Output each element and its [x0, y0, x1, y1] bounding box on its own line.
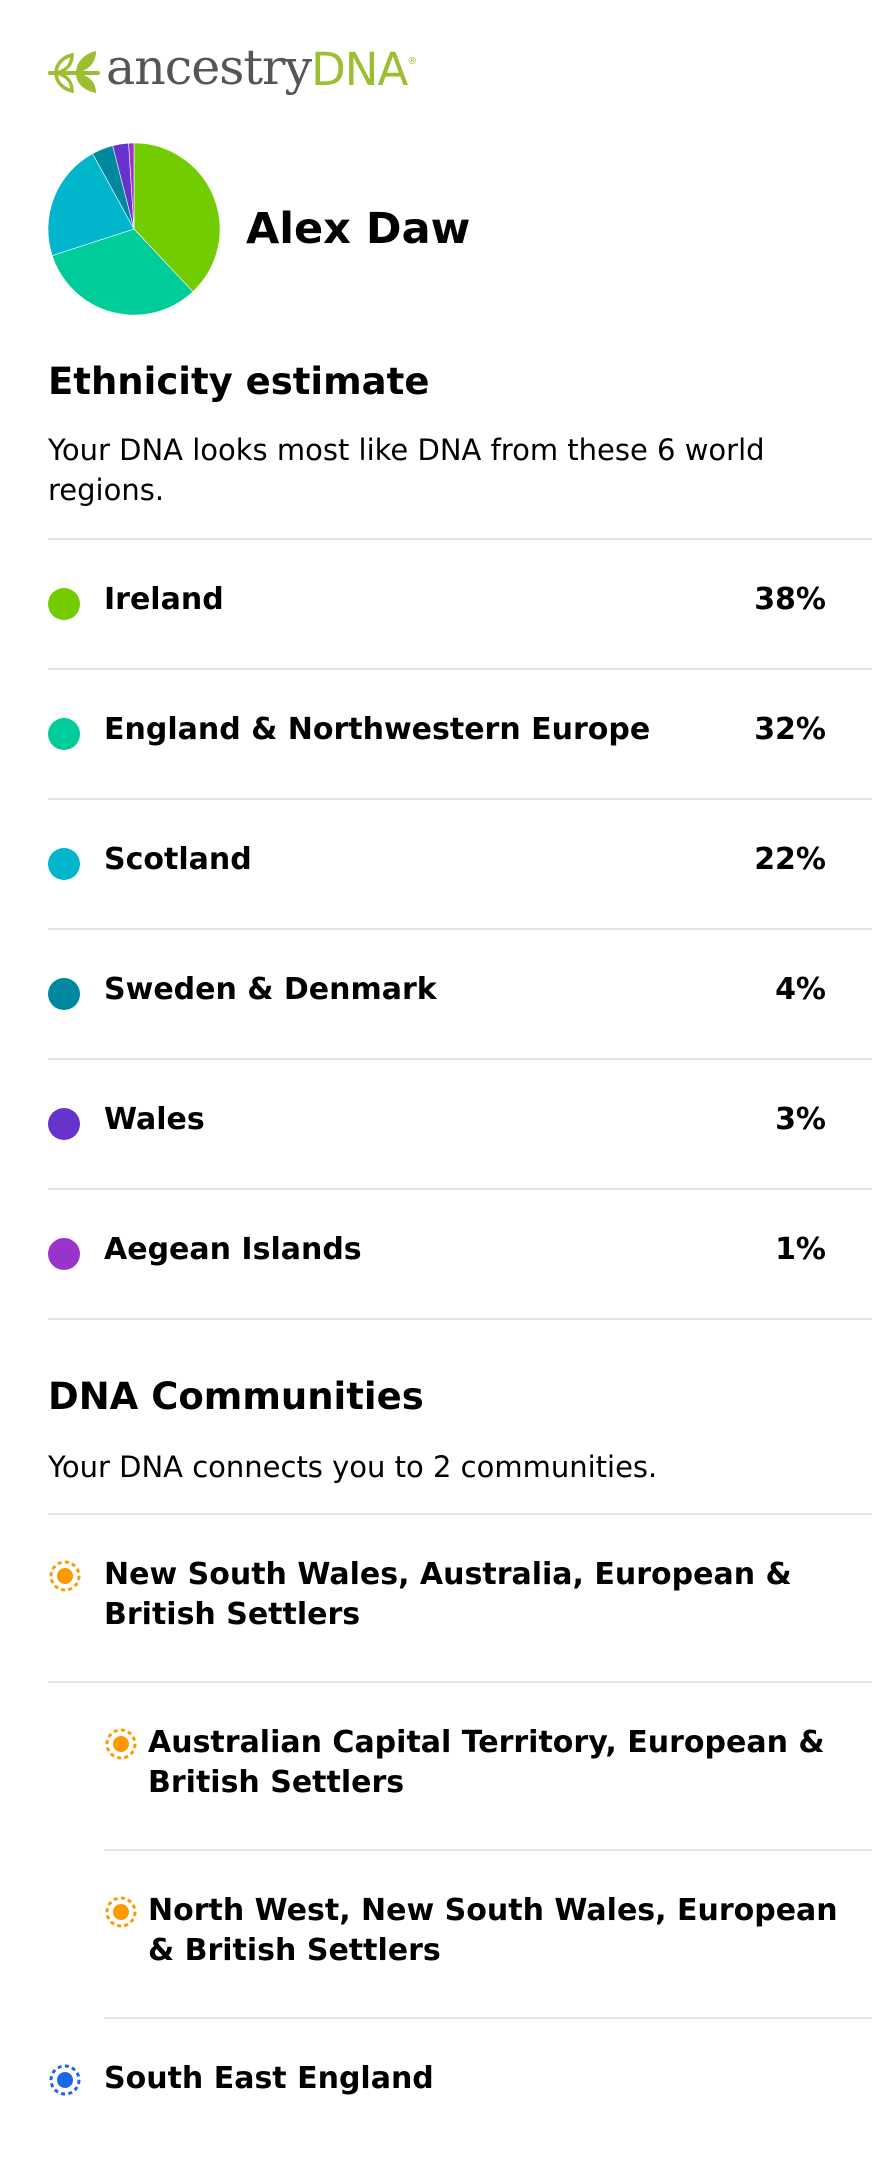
region-percent: 22%: [754, 842, 826, 877]
community-dot-icon: [105, 1728, 137, 1760]
region-percent: 38%: [754, 582, 826, 617]
region-percent: 3%: [775, 1102, 826, 1137]
region-name: Scotland: [104, 842, 252, 877]
community-subregion-name: Australian Capital Territory, European &…: [148, 1725, 825, 1800]
ethnicity-row[interactable]: Aegean Islands 1%: [48, 1190, 872, 1320]
region-color-dot-icon: [48, 978, 80, 1010]
community-subregion-row[interactable]: North West, New South Wales, European & …: [104, 1851, 872, 2019]
community-subregion-name: North West, New South Wales, European & …: [148, 1893, 838, 1968]
region-name: England & Northwestern Europe: [104, 712, 651, 747]
region-color-dot-icon: [48, 848, 80, 880]
ethnicity-row[interactable]: Sweden & Denmark 4%: [48, 930, 872, 1060]
ethnicity-row[interactable]: Wales 3%: [48, 1060, 872, 1190]
community-name: New South Wales, Australia, European & B…: [104, 1557, 792, 1632]
communities-description: Your DNA connects you to 2 communities.: [48, 1450, 658, 1484]
ethnicity-title: Ethnicity estimate: [48, 360, 430, 403]
ethnicity-row[interactable]: Ireland 38%: [48, 540, 872, 670]
region-percent: 4%: [775, 972, 826, 1007]
community-row[interactable]: South East England: [48, 2019, 872, 2139]
community-name: South East England: [104, 2061, 434, 2096]
ethnicity-list: Ireland 38% England & Northwestern Europe 3…: [48, 538, 872, 1320]
dna-summary-page: ancestry DNA ® Alex Daw Ethnicity estima…: [0, 0, 880, 2172]
region-name: Ireland: [104, 582, 224, 617]
community-dot-icon: [105, 1896, 137, 1928]
region-name: Aegean Islands: [104, 1232, 362, 1267]
leaf-logo-icon: [48, 51, 100, 94]
profile-name: Alex Daw: [246, 204, 471, 254]
communities-title: DNA Communities: [48, 1375, 424, 1418]
ethnicity-pie-chart[interactable]: [48, 143, 220, 315]
ancestry-dna-logo: ancestry DNA ®: [46, 38, 418, 98]
community-subregion-row[interactable]: Australian Capital Territory, European &…: [104, 1683, 872, 1851]
region-color-dot-icon: [48, 588, 80, 620]
ethnicity-description: Your DNA looks most like DNA from these …: [48, 433, 765, 507]
region-name: Sweden & Denmark: [104, 972, 437, 1007]
profile-header: Alex Daw: [48, 143, 470, 315]
region-name: Wales: [104, 1102, 205, 1137]
region-color-dot-icon: [48, 1238, 80, 1270]
community-row[interactable]: New South Wales, Australia, European & B…: [48, 1515, 872, 1683]
logo-product: DNA: [311, 42, 408, 96]
community-dot-icon: [49, 1560, 81, 1592]
region-percent: 1%: [775, 1232, 826, 1267]
ethnicity-row[interactable]: Scotland 22%: [48, 800, 872, 930]
ethnicity-row[interactable]: England & Northwestern Europe 32%: [48, 670, 872, 800]
region-color-dot-icon: [48, 718, 80, 750]
logo-wordmark: ancestry: [106, 38, 312, 96]
communities-list: New South Wales, Australia, European & B…: [48, 1513, 872, 2139]
region-color-dot-icon: [48, 1108, 80, 1140]
community-dot-icon: [49, 2064, 81, 2096]
logo-registered-mark: ®: [407, 55, 418, 67]
region-percent: 32%: [754, 712, 826, 747]
